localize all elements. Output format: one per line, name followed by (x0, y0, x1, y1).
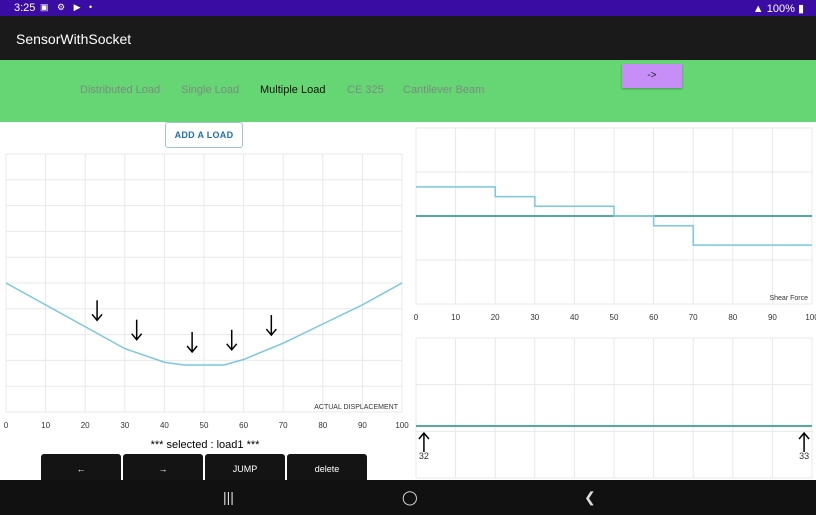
charts-area: 0 10 20 30 40 50 60 70 80 90 100ACTUAL DISPLACEMEN… (4, 127, 816, 479)
shear-x-tick-label: 60 (649, 313, 658, 322)
recent-apps-icon[interactable]: ||| (223, 489, 234, 505)
disp-x-tick-label: 10 (41, 421, 50, 430)
reaction-label: 32 (419, 451, 429, 461)
prev-button[interactable]: ← (41, 454, 121, 480)
shear-x-tick-label: 70 (689, 313, 698, 322)
disp-chart-title: ACTUAL DISPLACEMENT (314, 404, 398, 411)
home-icon[interactable]: ◯ (402, 489, 418, 506)
reaction-label: 33 (799, 451, 809, 461)
shear-x-tick-label: 50 (610, 313, 619, 322)
shear-x-tick-label: 10 (451, 313, 460, 322)
shear-x-tick-label: 20 (491, 313, 500, 322)
delete-button[interactable]: delete (287, 454, 367, 480)
disp-x-tick-label: 70 (279, 421, 288, 430)
shear-x-tick-label: 80 (728, 313, 737, 322)
disp-x-tick-label: 20 (81, 421, 90, 430)
back-icon[interactable]: ❮ (584, 489, 596, 506)
disp-x-tick-label: 100 (395, 421, 409, 430)
shear-x-tick-label: 40 (570, 313, 579, 322)
shear-x-tick-label: 90 (768, 313, 777, 322)
disp-x-tick-label: 90 (358, 421, 367, 430)
disp-x-tick-label: 30 (120, 421, 129, 430)
disp-x-tick-label: 60 (239, 421, 248, 430)
shear-x-tick-label: 100 (805, 313, 816, 322)
shear-chart-title: Shear Force (769, 295, 808, 302)
next-button[interactable]: → (123, 454, 203, 480)
selected-load-text: *** selected : load1 *** (150, 439, 260, 451)
shear-x-tick-label: 30 (530, 313, 539, 322)
disp-x-tick-label: 80 (318, 421, 327, 430)
system-nav-bar: ||| ◯ ❮ (0, 480, 816, 515)
disp-x-tick-label: 50 (200, 421, 209, 430)
jump-button[interactable]: JUMP (205, 454, 285, 480)
shear-x-tick-label: 0 (414, 313, 419, 322)
disp-x-tick-label: 0 (4, 421, 9, 430)
disp-x-tick-label: 40 (160, 421, 169, 430)
